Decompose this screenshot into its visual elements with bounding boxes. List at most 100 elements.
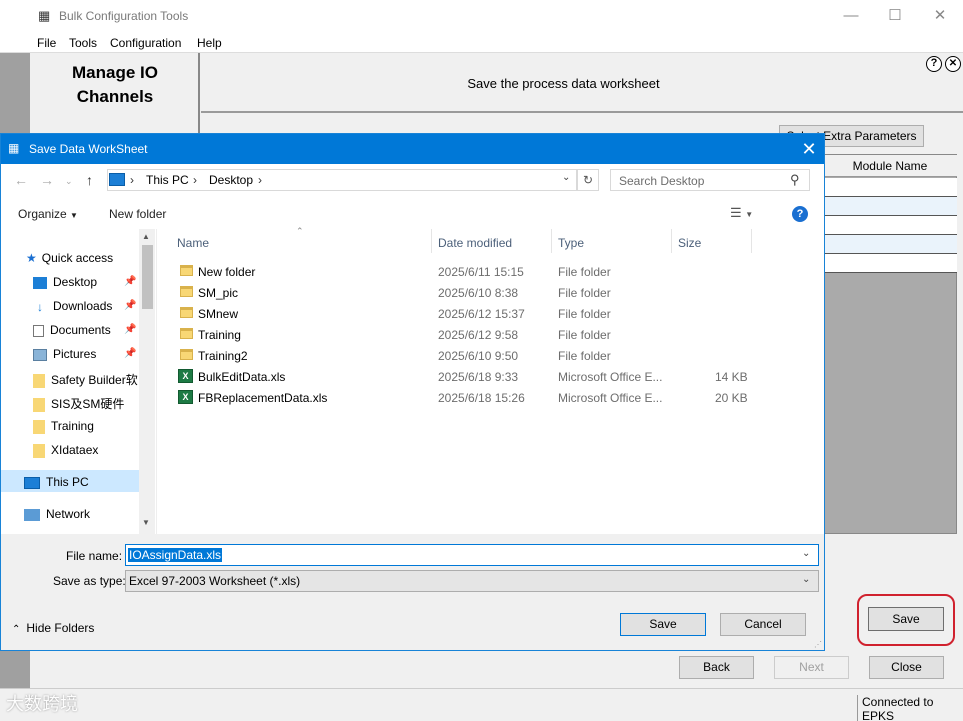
nav-item-training[interactable]: Training: [33, 419, 94, 439]
organize-button[interactable]: Organize ▼: [18, 207, 78, 221]
hide-folders-label: Hide Folders: [26, 621, 95, 635]
grid-row[interactable]: [823, 197, 957, 216]
computer-icon: [24, 476, 40, 489]
dialog-app-icon: ▦: [8, 141, 20, 155]
star-icon: ★: [26, 251, 37, 265]
file-name: SMnew: [198, 307, 239, 321]
page-header: Save the process data worksheet: [467, 76, 660, 91]
file-name: SM_pic: [198, 286, 239, 300]
network-icon: [24, 508, 40, 521]
nav-quick-access[interactable]: ★ Quick access: [26, 251, 113, 271]
nav-item-xidataex[interactable]: XIdataex: [33, 443, 98, 463]
column-separator[interactable]: [431, 229, 432, 253]
scroll-up-icon[interactable]: ▲: [142, 232, 150, 241]
close-button[interactable]: Close: [869, 656, 944, 679]
forward-arrow-icon[interactable]: →: [40, 172, 54, 188]
nav-label: XIdataex: [51, 443, 99, 457]
nav-label: This PC: [46, 475, 89, 489]
save-button[interactable]: Save: [868, 607, 944, 631]
nav-item-desktop[interactable]: Desktop: [33, 275, 97, 295]
pin-icon: 📌: [124, 348, 137, 359]
file-date: 2025/6/12 9:58: [438, 328, 519, 342]
menu-configuration[interactable]: Configuration: [110, 36, 181, 50]
breadcrumb-this-pc[interactable]: This PC: [146, 173, 189, 187]
manage-title: Manage IO Channels: [72, 63, 158, 106]
menu-tools[interactable]: Tools: [69, 36, 97, 50]
folder-icon: [180, 307, 193, 318]
window-close-button[interactable]: ✕: [926, 6, 954, 26]
nav-label: Network: [46, 507, 91, 521]
next-button[interactable]: Next: [774, 656, 849, 679]
up-arrow-icon[interactable]: ↑: [86, 172, 93, 188]
grid-row[interactable]: [823, 216, 957, 235]
column-separator[interactable]: [751, 229, 752, 253]
file-date: 2025/6/12 15:37: [438, 307, 525, 321]
nav-item-downloads[interactable]: ↓ Downloads: [33, 299, 112, 319]
column-header-name[interactable]: Name: [177, 236, 209, 250]
hide-folders-button[interactable]: ⌃ Hide Folders: [12, 621, 94, 635]
grid-row[interactable]: [823, 178, 957, 197]
folder-icon: [33, 443, 45, 458]
file-name-value[interactable]: IOAssignData.xls: [128, 548, 223, 562]
file-type: File folder: [558, 265, 611, 279]
dialog-save-button[interactable]: Save: [620, 613, 706, 636]
file-name-input[interactable]: [125, 544, 819, 566]
file-name-label: File name:: [66, 549, 123, 563]
maximize-button[interactable]: ☐: [881, 6, 909, 26]
dialog-help-icon[interactable]: ?: [792, 206, 808, 222]
breadcrumb-separator-icon: ›: [258, 173, 262, 187]
address-dropdown-icon[interactable]: ⌄: [562, 172, 570, 183]
nav-item-sis-sm[interactable]: SIS及SM硬件: [33, 395, 124, 415]
chevron-down-icon[interactable]: ⌄: [802, 574, 810, 585]
recent-dropdown-icon[interactable]: ⌄: [65, 176, 73, 187]
column-header-type[interactable]: Type: [558, 236, 584, 250]
app-icon: ▦: [38, 8, 51, 23]
breadcrumb-desktop[interactable]: Desktop: [209, 173, 253, 187]
dialog-title: Save Data WorkSheet: [29, 142, 148, 156]
nav-network[interactable]: Network: [24, 507, 90, 527]
nav-label: SIS及SM硬件: [51, 397, 125, 411]
nav-scroll-thumb[interactable]: [142, 245, 153, 309]
back-arrow-icon[interactable]: ←: [14, 172, 28, 188]
refresh-icon[interactable]: ↻: [577, 169, 599, 191]
search-icon[interactable]: ⚲: [790, 172, 800, 188]
picture-icon: [33, 348, 47, 361]
chevron-down-icon: ▼: [70, 211, 78, 220]
status-text: Connected to EPKS: [857, 695, 963, 721]
menu-file[interactable]: File: [37, 36, 56, 50]
resize-grip-icon[interactable]: ⋰: [814, 640, 822, 649]
grid-row[interactable]: [823, 254, 957, 273]
dialog-cancel-button[interactable]: Cancel: [720, 613, 806, 636]
column-header-date[interactable]: Date modified: [438, 236, 512, 250]
column-header-size[interactable]: Size: [678, 236, 701, 250]
nav-this-pc[interactable]: This PC: [24, 475, 89, 495]
chevron-down-icon[interactable]: ⌄: [802, 548, 810, 559]
folder-icon: [180, 328, 193, 339]
view-options-icon[interactable]: ☰ ▼: [730, 205, 753, 221]
file-size: 20 KB: [715, 391, 748, 405]
grid-row[interactable]: [823, 235, 957, 254]
folder-icon: [33, 373, 45, 388]
nav-item-safety-builder[interactable]: Safety Builder软: [33, 371, 138, 391]
back-button[interactable]: Back: [679, 656, 754, 679]
file-date: 2025/6/18 9:33: [438, 370, 519, 384]
new-folder-button[interactable]: New folder: [109, 207, 166, 221]
file-size: 14 KB: [715, 370, 748, 384]
menu-help[interactable]: Help: [197, 36, 222, 50]
nav-item-pictures[interactable]: Pictures: [33, 347, 96, 367]
folder-icon: [33, 397, 45, 412]
column-separator[interactable]: [551, 229, 552, 253]
close-circle-icon[interactable]: ✕: [945, 56, 961, 72]
dialog-close-icon[interactable]: ✕: [795, 136, 823, 162]
breadcrumb-separator-icon: ›: [193, 173, 197, 187]
nav-item-documents[interactable]: Documents: [33, 323, 111, 343]
scroll-down-icon[interactable]: ▼: [142, 518, 150, 527]
column-separator[interactable]: [671, 229, 672, 253]
grid-header-module-name[interactable]: Module Name: [823, 155, 957, 177]
app-title: Bulk Configuration Tools: [59, 9, 189, 23]
file-date: 2025/6/10 9:50: [438, 349, 519, 363]
help-icon[interactable]: ?: [926, 56, 942, 72]
watermark: 大数跨境: [6, 694, 78, 714]
file-type: File folder: [558, 286, 611, 300]
minimize-button[interactable]: —: [837, 6, 865, 26]
